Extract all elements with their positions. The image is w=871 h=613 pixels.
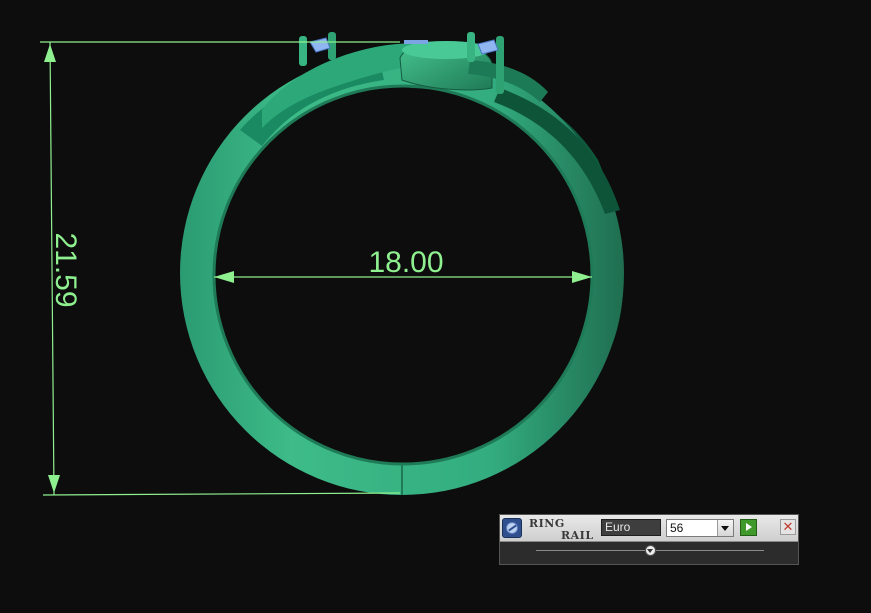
center-stone-sliver	[404, 40, 428, 44]
left-stone	[309, 37, 331, 53]
diameter-arrow-left	[214, 271, 234, 283]
right-prong-2	[496, 36, 504, 94]
height-dimension	[40, 41, 401, 496]
height-dimension-label: 21.59	[49, 232, 82, 307]
chevron-down-icon[interactable]	[717, 520, 733, 536]
size-standard-field[interactable]: Euro	[601, 519, 661, 536]
brand-label-rail: RAIL	[561, 529, 594, 542]
right-stone	[477, 39, 499, 55]
ring-size-value: 56	[670, 521, 684, 535]
diameter-arrow-right	[572, 271, 592, 283]
apply-size-button[interactable]	[740, 519, 757, 536]
height-arrow-bottom	[48, 475, 60, 493]
brand-label-ring: RING	[529, 517, 565, 530]
right-prong-1	[467, 32, 475, 62]
left-prong-1	[299, 36, 307, 66]
ring-size-toolbar: RING RAIL Euro 56 ✕	[500, 515, 798, 542]
close-icon: ✕	[782, 519, 794, 534]
close-panel-button[interactable]: ✕	[780, 519, 796, 535]
slider-thumb-icon[interactable]	[644, 545, 656, 556]
height-arrow-top	[44, 44, 56, 62]
diameter-dimension-label: 18.00	[368, 246, 443, 279]
ring-size-dropdown[interactable]: 56	[666, 519, 734, 537]
ringrail-logo-icon[interactable]	[502, 518, 522, 538]
ring-size-panel: RING RAIL Euro 56 ✕	[499, 514, 799, 565]
